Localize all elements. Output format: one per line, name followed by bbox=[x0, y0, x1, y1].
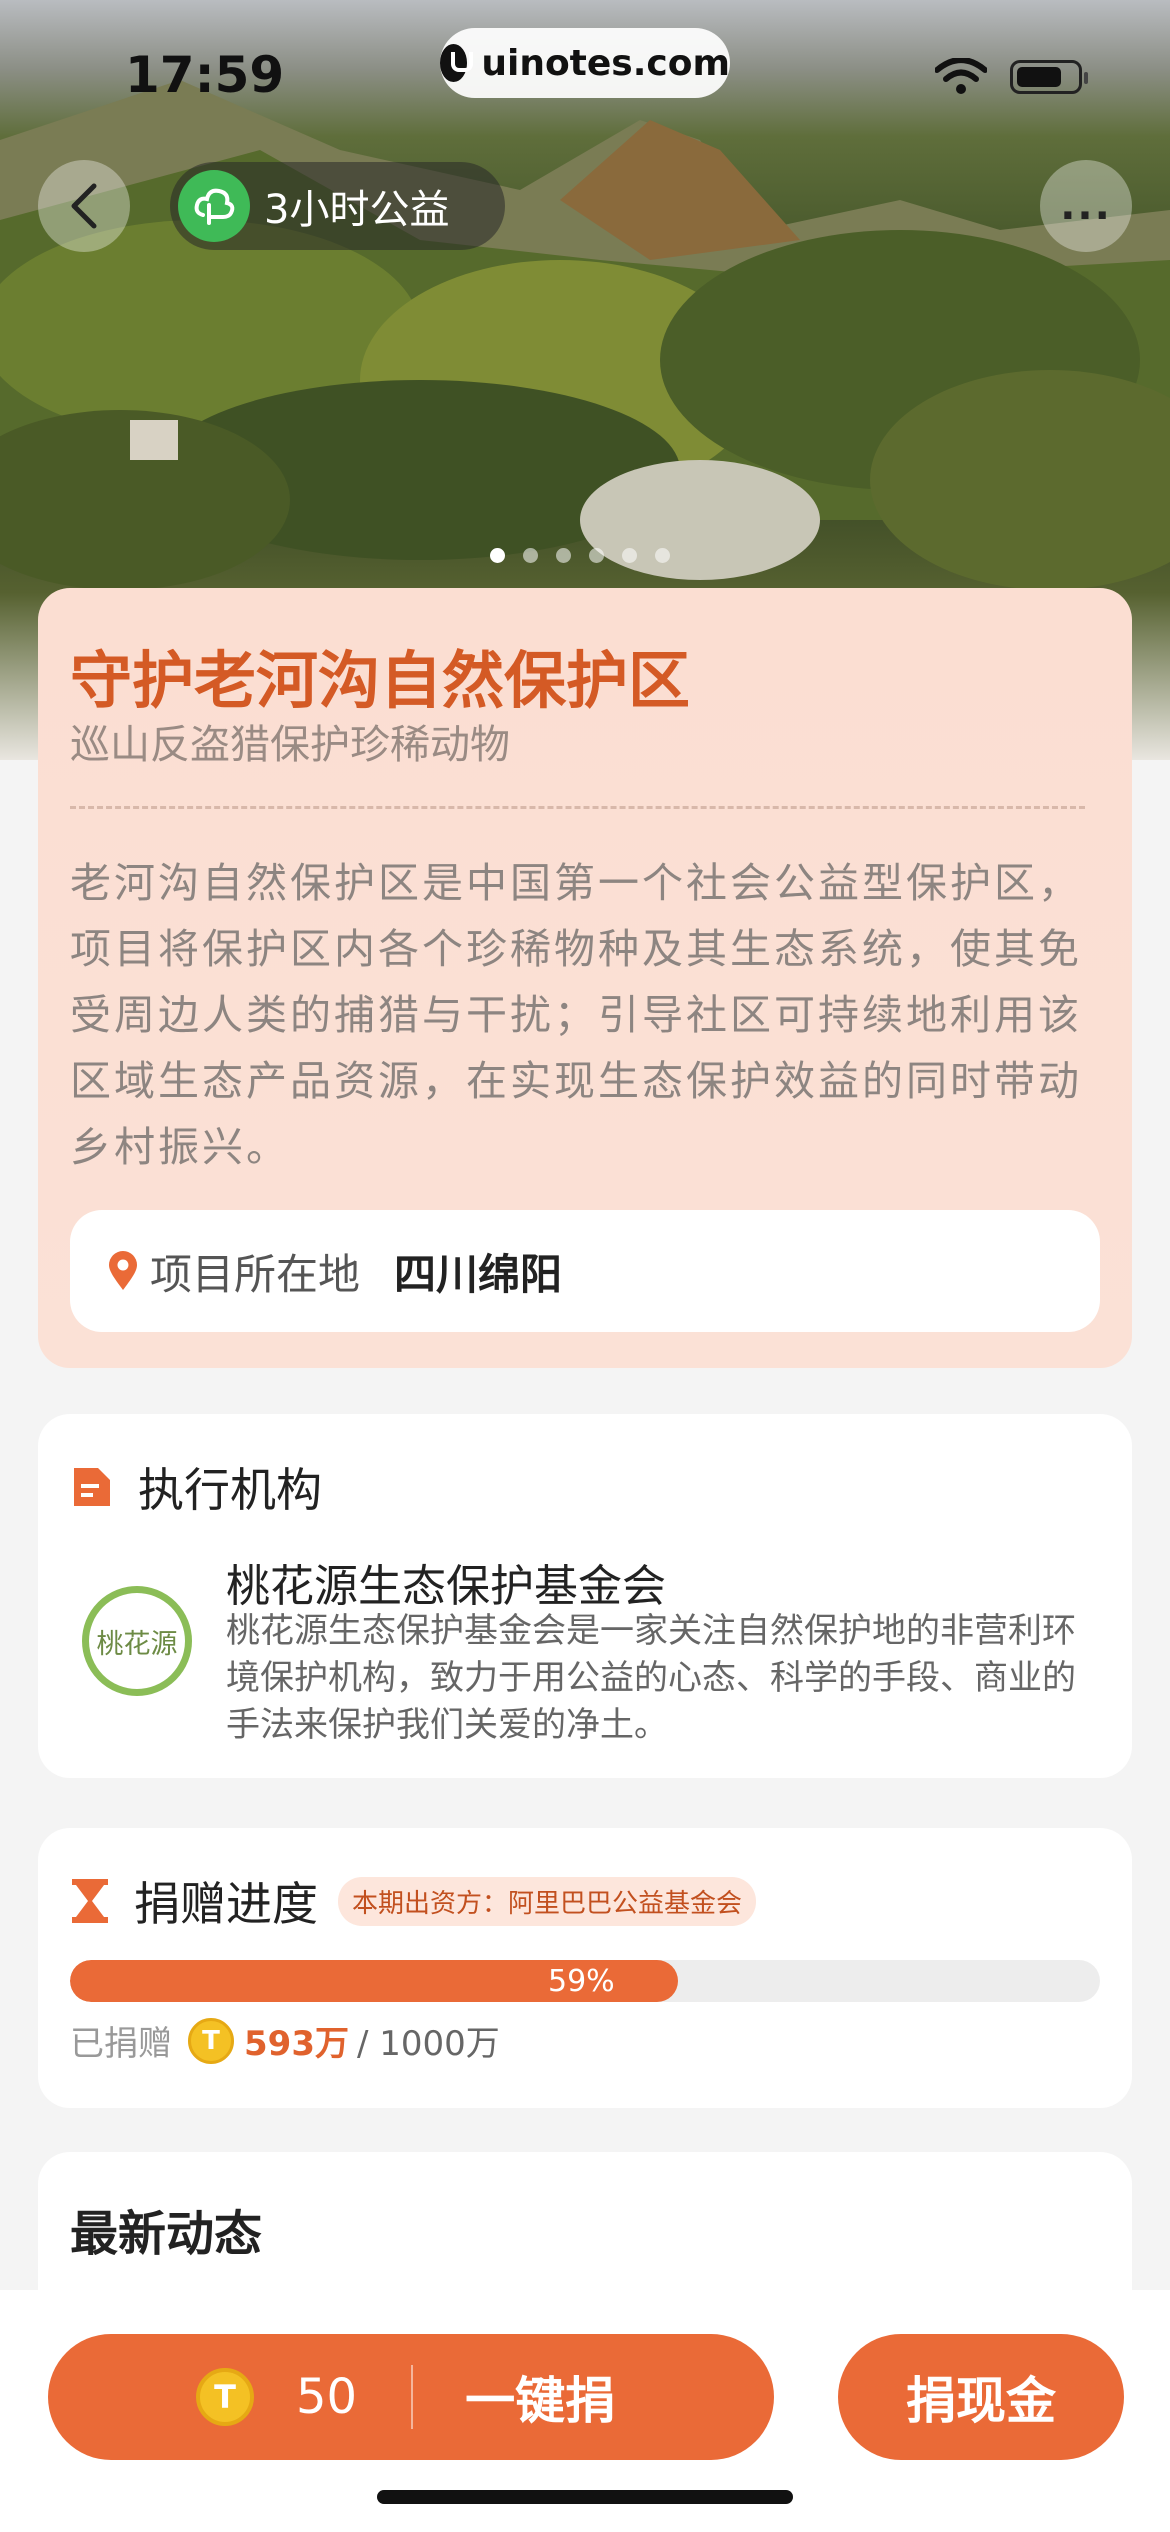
organization-description: 桃花源生态保护基金会是一家关注自然保护地的非营利环境保护机构，致力于用公益的心态… bbox=[226, 1611, 1076, 1745]
battery-icon bbox=[1010, 60, 1088, 94]
site-logo-icon bbox=[440, 44, 474, 82]
donated-label: 已捐赠 bbox=[70, 2024, 172, 2064]
news-section-title: 最新动态 bbox=[70, 2206, 263, 2262]
location-value: 四川绵阳 bbox=[394, 1249, 563, 1299]
divider bbox=[411, 2365, 414, 2429]
quick-donate-amount: 50 bbox=[296, 2369, 358, 2425]
organization-card[interactable]: 执行机构 桃花源 桃花源生态保护基金会 桃花源生态保护基金会是一家关注自然保护地… bbox=[38, 1414, 1132, 1778]
charity-logo-icon bbox=[178, 170, 250, 242]
charity-badge[interactable]: 3小时公益 bbox=[170, 162, 505, 250]
url-text: uinotes.com bbox=[481, 42, 730, 84]
home-indicator bbox=[377, 2490, 793, 2504]
quick-donate-label: 一键捐 bbox=[465, 2372, 616, 2430]
location-row: 项目所在地 四川绵阳 bbox=[70, 1210, 1100, 1332]
carousel-dot bbox=[622, 548, 637, 563]
donated-row: 已捐赠 T 593万 / 1000万 bbox=[70, 2016, 500, 2065]
project-card: 守护老河沟自然保护区 巡山反盗猎保护珍稀动物 老河沟自然保护区是中国第一个社会公… bbox=[38, 588, 1132, 1368]
url-pill[interactable]: uinotes.com bbox=[440, 28, 730, 98]
carousel-dot bbox=[655, 548, 670, 563]
organization-name: 桃花源生态保护基金会 bbox=[226, 1561, 666, 1612]
donation-progress-card: 捐赠进度 本期出资方：阿里巴巴公益基金会 59% 已捐赠 T 593万 / 10… bbox=[38, 1828, 1132, 2108]
divider bbox=[70, 806, 1085, 809]
chevron-left-icon bbox=[71, 183, 97, 229]
quick-donate-button[interactable]: T 50 一键捐 bbox=[48, 2334, 774, 2460]
donate-cash-button[interactable]: 捐现金 bbox=[838, 2334, 1124, 2460]
organization-section-title: 执行机构 bbox=[138, 1463, 322, 1517]
location-pin-icon bbox=[109, 1251, 137, 1290]
charity-badge-label: 3小时公益 bbox=[264, 187, 450, 233]
organization-logo: 桃花源 bbox=[82, 1586, 192, 1696]
progress-section-title: 捐赠进度 bbox=[134, 1877, 318, 1931]
status-bar: 17:59 uinotes.com bbox=[0, 0, 1170, 150]
back-button[interactable] bbox=[38, 160, 130, 252]
document-icon bbox=[74, 1468, 110, 1506]
hourglass-icon bbox=[72, 1879, 108, 1923]
coin-icon: T bbox=[196, 2368, 254, 2426]
progress-percent: 59% bbox=[548, 1964, 615, 1999]
carousel-dot bbox=[589, 548, 604, 563]
project-description: 老河沟自然保护区是中国第一个社会公益型保护区，项目将保护区内各个珍稀物种及其生态… bbox=[70, 859, 1082, 1171]
carousel-dot bbox=[556, 548, 571, 563]
sponsor-badge: 本期出资方：阿里巴巴公益基金会 bbox=[338, 1876, 757, 1926]
coin-icon: T bbox=[188, 2017, 234, 2064]
donated-total: / 1000万 bbox=[356, 2024, 500, 2064]
carousel-dot bbox=[523, 548, 538, 563]
wifi-icon bbox=[935, 58, 987, 94]
donated-value: 593万 bbox=[244, 2024, 349, 2064]
project-title: 守护老河沟自然保护区 bbox=[70, 644, 691, 717]
carousel-dot bbox=[490, 548, 505, 563]
location-label: 项目所在地 bbox=[150, 1249, 361, 1299]
carousel-indicator bbox=[490, 548, 670, 563]
more-button[interactable]: ... bbox=[1040, 160, 1132, 252]
project-subtitle: 巡山反盗猎保护珍稀动物 bbox=[70, 722, 510, 768]
status-time: 17:59 bbox=[125, 46, 285, 104]
